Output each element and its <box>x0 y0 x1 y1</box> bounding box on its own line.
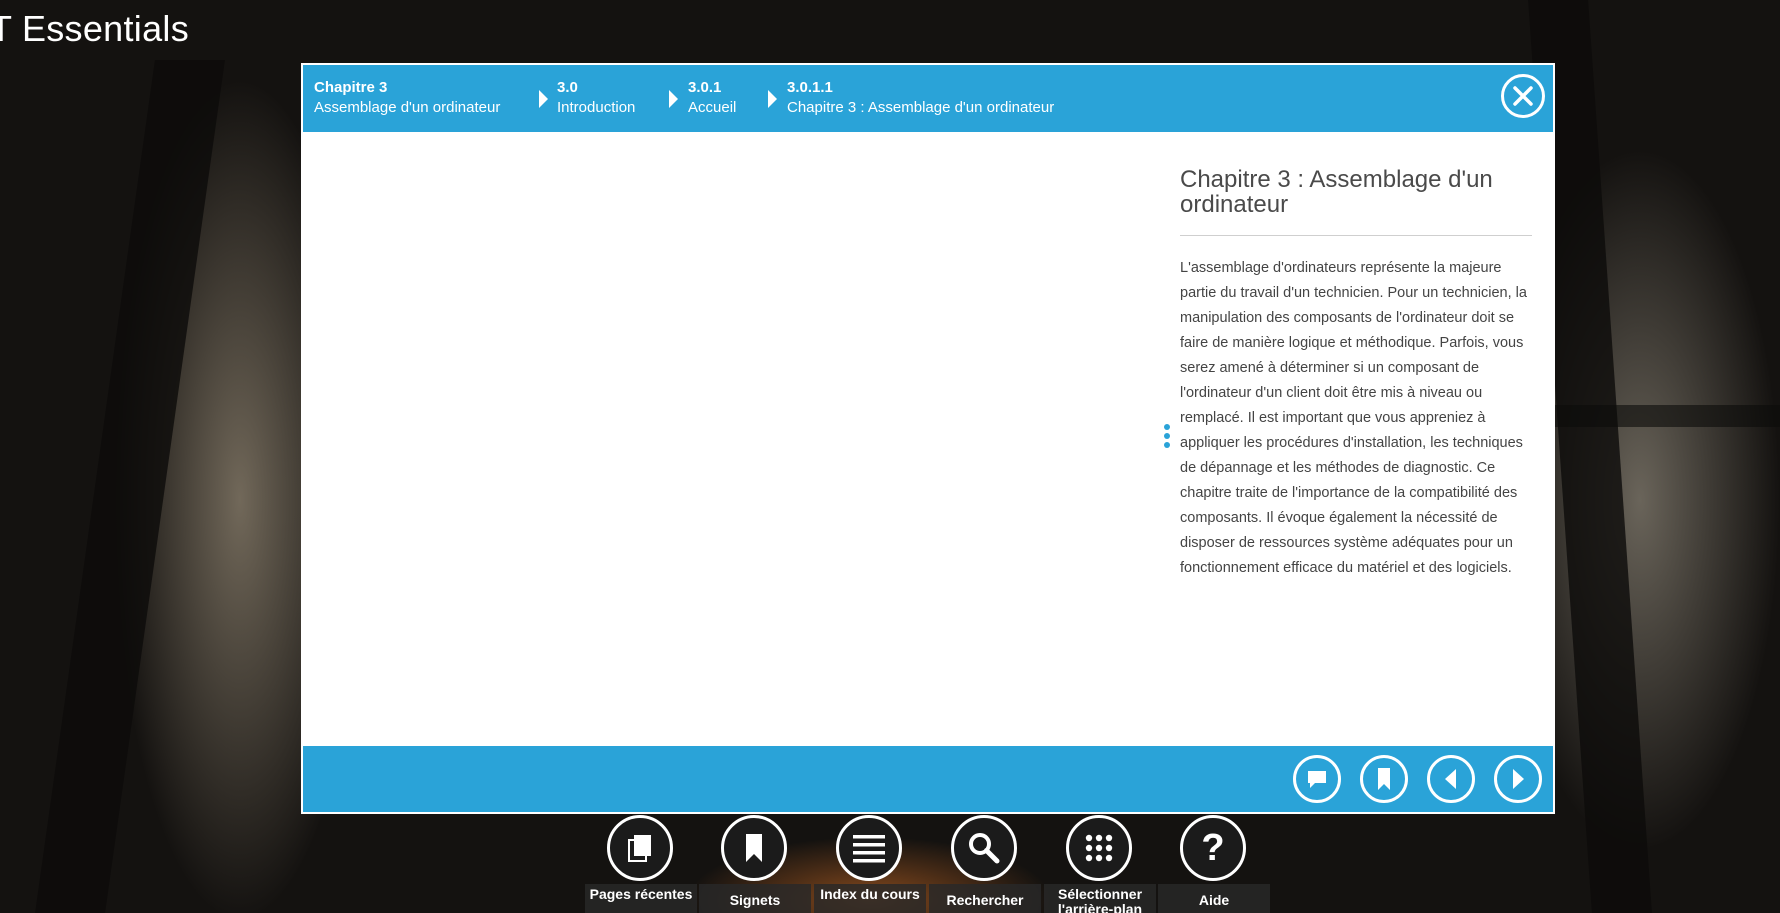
bookmark-icon <box>1378 768 1390 790</box>
grid-icon <box>1085 834 1113 862</box>
breadcrumb-chapter[interactable]: Chapitre 3 Assemblage d'un ordinateur <box>314 78 500 118</box>
dock-select-background-label: Sélectionner l'arrière-plan <box>1044 884 1156 913</box>
close-button[interactable] <box>1501 74 1545 118</box>
background-beam-left <box>35 60 225 913</box>
background-rail <box>1555 405 1780 427</box>
dock-search[interactable]: Rechercher <box>929 815 1041 913</box>
breadcrumb-section-number: 3.0 <box>557 79 578 96</box>
dock-bookmarks-label: Signets <box>699 884 811 913</box>
breadcrumb-chapter-number: Chapitre 3 <box>314 79 388 96</box>
comment-button[interactable] <box>1293 755 1341 803</box>
previous-button[interactable] <box>1427 755 1475 803</box>
content-modal: Chapitre 3 Assemblage d'un ordinateur 3.… <box>301 63 1555 814</box>
breadcrumb-topic-number: 3.0.1 <box>688 79 722 96</box>
breadcrumb: Chapitre 3 Assemblage d'un ordinateur 3.… <box>303 65 1553 132</box>
previous-icon <box>1445 769 1456 789</box>
next-button[interactable] <box>1494 755 1542 803</box>
breadcrumb-page-label: Chapitre 3 : Assemblage d'un ordinateur <box>787 99 1055 116</box>
next-icon <box>1513 769 1524 789</box>
text-panel: Chapitre 3 : Assemblage d'un ordinateur … <box>1180 167 1532 581</box>
dock-bookmarks[interactable]: Signets <box>699 815 811 913</box>
breadcrumb-page-number: 3.0.1.1 <box>787 79 833 96</box>
list-icon <box>853 835 885 863</box>
dock-search-label: Rechercher <box>929 884 1041 913</box>
dock-select-background-button[interactable] <box>1066 815 1132 881</box>
close-icon <box>1513 86 1533 106</box>
breadcrumb-chapter-label: Assemblage d'un ordinateur <box>314 99 501 116</box>
dock-help-button[interactable]: ? <box>1180 815 1246 881</box>
breadcrumb-separator-icon <box>669 90 678 108</box>
breadcrumb-section-label: Introduction <box>557 99 636 116</box>
dock-recent-pages[interactable]: Pages récentes <box>585 815 697 913</box>
modal-footer <box>303 746 1553 812</box>
breadcrumb-section[interactable]: 3.0 Introduction <box>557 78 635 118</box>
breadcrumb-page[interactable]: 3.0.1.1 Chapitre 3 : Assemblage d'un ord… <box>787 78 1054 118</box>
bookmark-button[interactable] <box>1360 755 1408 803</box>
page-body-text: L'assemblage d'ordinateurs représente la… <box>1180 260 1527 576</box>
search-icon <box>969 833 1000 864</box>
dock-select-background[interactable]: Sélectionner l'arrière-plan <box>1044 815 1156 913</box>
app-title: T Essentials <box>0 8 190 49</box>
comment-icon <box>1308 771 1326 788</box>
dock-search-button[interactable] <box>951 815 1017 881</box>
dock-course-index-button[interactable] <box>836 815 902 881</box>
bookmark-icon <box>746 834 762 862</box>
dock-recent-pages-label: Pages récentes <box>585 884 697 913</box>
breadcrumb-separator-icon <box>768 90 777 108</box>
breadcrumb-separator-icon <box>539 90 548 108</box>
pages-icon <box>628 835 651 862</box>
svg-text:?: ? <box>1201 828 1224 868</box>
help-icon: ? <box>1201 828 1224 868</box>
content-area: Chapitre 3 : Assemblage d'un ordinateur … <box>303 132 1553 748</box>
breadcrumb-topic-label: Accueil <box>688 99 737 116</box>
dock-course-index-label: Index du cours <box>814 884 926 913</box>
breadcrumb-topic[interactable]: 3.0.1 Accueil <box>688 78 736 118</box>
panel-resize-handle[interactable] <box>1164 424 1170 451</box>
dock-course-index[interactable]: Index du cours <box>814 815 926 913</box>
dock-bookmarks-button[interactable] <box>721 815 787 881</box>
page-title: Chapitre 3 : Assemblage d'un ordinateur <box>1180 167 1532 236</box>
dock-help[interactable]: ? Aide <box>1158 815 1270 913</box>
dock-recent-pages-button[interactable] <box>607 815 673 881</box>
dock-help-label: Aide <box>1158 884 1270 913</box>
